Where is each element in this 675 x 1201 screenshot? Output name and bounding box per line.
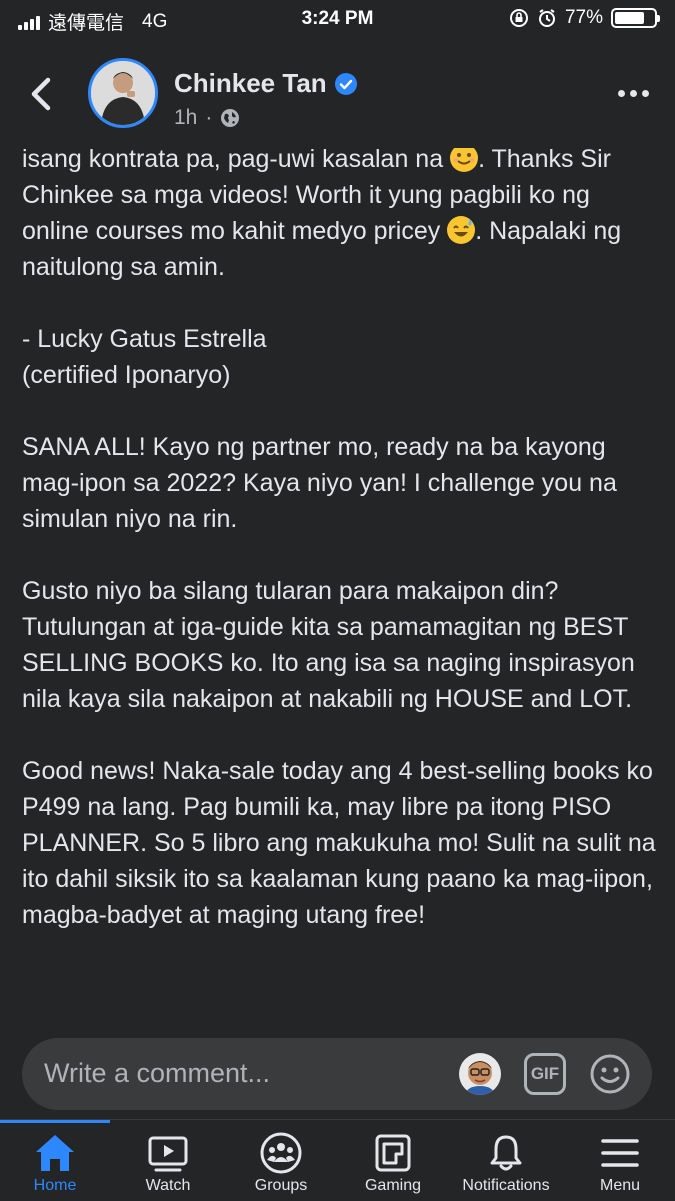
avatar-sticker-icon[interactable] <box>459 1053 501 1095</box>
smiling-face-emoji <box>450 144 479 172</box>
video-icon <box>148 1136 188 1172</box>
orientation-lock-icon <box>509 9 528 27</box>
back-arrow-icon[interactable] <box>26 76 58 112</box>
bell-icon <box>490 1135 522 1171</box>
author-name[interactable]: Chinkee Tan <box>174 68 327 99</box>
nav-label: Notifications <box>462 1177 550 1194</box>
hamburger-icon <box>601 1139 639 1167</box>
post-text: isang kontrata pa, pag-uwi kasalan na <box>22 145 451 173</box>
post-timestamp[interactable]: 1h <box>174 106 197 130</box>
nav-groups[interactable]: Groups <box>226 1120 336 1201</box>
sweat-smile-emoji <box>447 216 476 244</box>
home-icon <box>36 1135 74 1171</box>
nav-gaming[interactable]: Gaming <box>338 1120 448 1201</box>
nav-label: Menu <box>599 1177 641 1194</box>
meta-separator: · <box>205 106 213 129</box>
status-right: 77% <box>509 7 660 29</box>
battery-level <box>615 12 644 24</box>
post-paragraph: - Lucky Gatus Estrella (certified Iponar… <box>22 325 267 389</box>
comment-placeholder: Write a comment... <box>44 1058 271 1088</box>
post-paragraph: Good news! Naka-sale today ang 4 best-se… <box>22 757 656 929</box>
author-row: Chinkee Tan <box>174 68 357 99</box>
status-bar: 遠傳電信 4G 3:24 PM 77% <box>0 0 675 38</box>
globe-icon <box>221 109 240 127</box>
post-body: isang kontrata pa, pag-uwi kasalan na . … <box>22 141 662 969</box>
gaming-icon <box>375 1134 411 1172</box>
groups-icon <box>260 1132 302 1174</box>
nav-menu[interactable]: Menu <box>565 1120 675 1201</box>
post-meta: 1h · <box>174 106 240 130</box>
nav-label: Home <box>33 1177 77 1194</box>
battery-percent: 77% <box>564 7 603 28</box>
more-options-icon[interactable] <box>618 90 649 97</box>
post-paragraph: SANA ALL! Kayo ng partner mo, ready na b… <box>22 433 617 533</box>
nav-label: Gaming <box>364 1177 422 1194</box>
emoji-icon[interactable] <box>589 1053 631 1095</box>
post-paragraph: Gusto niyo ba silang tularan para makaip… <box>22 577 635 713</box>
bottom-nav: Home Watch Groups Gaming Notifications M… <box>0 1119 675 1201</box>
nav-watch[interactable]: Watch <box>113 1120 223 1201</box>
nav-label: Watch <box>145 1177 191 1194</box>
post-paragraph: isang kontrata pa, pag-uwi kasalan na . … <box>22 141 662 285</box>
author-avatar[interactable] <box>88 58 158 128</box>
alarm-icon <box>538 9 555 27</box>
nav-notifications[interactable]: Notifications <box>450 1120 562 1201</box>
nav-label: Groups <box>254 1177 308 1194</box>
verified-badge-icon <box>334 72 357 95</box>
comment-input[interactable]: Write a comment... GIF <box>22 1038 652 1110</box>
battery-icon <box>611 8 660 28</box>
post-header: Chinkee Tan 1h · <box>0 38 675 148</box>
comment-bar: Write a comment... GIF <box>0 1024 675 1119</box>
nav-home[interactable]: Home <box>0 1120 110 1201</box>
gif-button[interactable]: GIF <box>524 1053 566 1095</box>
